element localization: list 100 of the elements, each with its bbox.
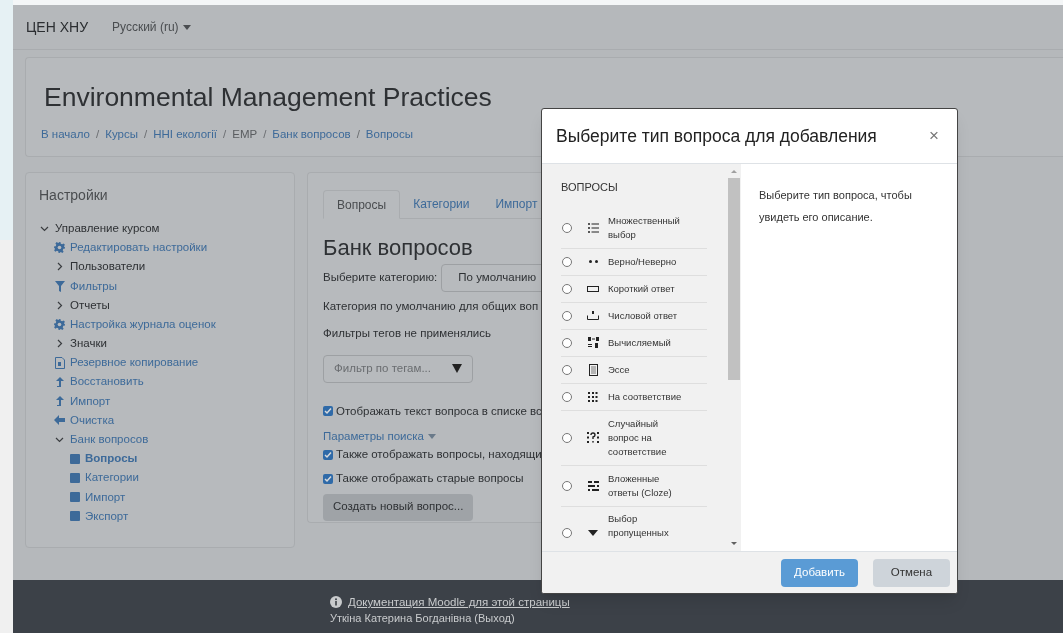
chevron-right-icon[interactable] [55,300,64,310]
checkbox[interactable] [323,449,333,460]
checkbox-label: Также отображать вопросы, находящи [336,447,542,462]
tab[interactable]: Вопросы [323,190,401,219]
breadcrumb-separator: / [263,126,267,142]
document-icon [588,363,598,376]
question-type-label[interactable]: Случайный вопрос на соответствие [608,416,688,459]
gear-icon [54,242,65,254]
square-icon [69,492,80,503]
radio-button[interactable] [562,283,572,294]
tree-item[interactable]: Редактировать настройки [70,239,208,257]
checkbox[interactable] [323,406,333,417]
tree-item[interactable]: Вопросы [85,450,138,468]
blanks-icon [587,480,599,491]
course-title: Environmental Management Practices [44,81,493,114]
question-type-label[interactable]: Верно/Неверно [608,254,688,269]
documentation-link[interactable]: Документация Moodle для этой страницы [348,595,570,609]
radio-button[interactable] [562,432,572,443]
radio-button[interactable] [562,337,572,348]
modal-title: Выберите тип вопроса для добавления [556,124,877,148]
question-type-label[interactable]: Короткий ответ [608,281,688,296]
formula-icon [587,337,599,348]
radio-button[interactable] [562,527,572,538]
field-label: Выберите категорию: [323,270,438,286]
scrollbar-thumb[interactable] [728,178,740,380]
question-type-label[interactable]: На соответствие [608,389,688,404]
question-type-label[interactable]: Вложенные ответы (Cloze) [608,471,688,500]
close-button[interactable]: × [925,123,943,149]
breadcrumb-separator: / [356,126,360,142]
tree-item[interactable]: Пользователи [70,258,146,276]
breadcrumb-separator: / [143,126,148,142]
square-icon [69,511,80,522]
breadcrumb-separator: / [223,126,227,142]
scrollbar[interactable] [727,164,741,551]
question-type-label[interactable]: Эссе [608,362,688,377]
caret-icon[interactable] [452,364,462,373]
upload-icon [55,395,64,407]
page-heading: Банк вопросов [323,234,473,262]
dropdown-icon [588,529,598,536]
text-field-icon [587,285,599,292]
tree-item[interactable]: Очистка [70,411,115,430]
info-icon [330,596,342,608]
breadcrumb-link[interactable]: Вопросы [365,125,413,143]
tree-item[interactable]: Управление курсом [55,219,160,238]
add-button[interactable]: Добавить [781,558,858,587]
radio-button[interactable] [562,310,572,321]
section-heading: ВОПРОСЫ [561,180,619,195]
breadcrumb-link[interactable]: ННІ екології [153,125,217,143]
tree-item[interactable]: Резервное копирование [70,354,199,372]
filter-icon [54,280,65,292]
tree-item[interactable]: Значки [70,335,107,353]
search-options-link[interactable]: Параметры поиска [323,427,436,445]
tree-item[interactable]: Экспорт [85,507,129,526]
upload-icon [55,376,64,388]
breadcrumb-link[interactable]: Курсы [105,125,138,143]
question-type-label[interactable]: Вычисляемый [608,335,688,350]
tab[interactable]: Категории [400,190,483,218]
tree-item[interactable]: Импорт [70,392,111,410]
square-icon [69,453,80,464]
radio-button[interactable] [562,480,572,491]
breadcrumb-text: EMP [232,126,258,142]
info-text: Фильтры тегов не применялись [323,326,491,342]
gear-icon [54,319,65,331]
tree-item[interactable]: Восстановить [70,373,144,391]
checkbox[interactable] [323,473,333,484]
list-icon [587,222,599,233]
description-text: Выберите тип вопроса, чтобы увидеть его описание. [759,188,913,225]
question-type-label[interactable]: Числовой ответ [608,308,688,323]
radio-button[interactable] [562,364,572,375]
tree-item[interactable]: Банк вопросов [70,431,149,449]
chevron-right-icon[interactable] [55,262,64,272]
question-type-label[interactable]: Множественный выбор [608,213,688,242]
cancel-button[interactable]: Отмена [873,558,950,587]
create-question-button[interactable]: Создать новый вопрос... [323,493,474,521]
radio-button[interactable] [562,391,572,402]
chevron-right-icon[interactable] [55,339,64,349]
info-text: Категория по умолчанию для общих воп [323,299,539,314]
tab[interactable]: Импорт [482,190,551,218]
radio-button[interactable] [562,256,572,267]
language-menu[interactable]: Русский (ru) [112,18,191,36]
site-name[interactable]: ЦЕН ХНУ [26,16,89,38]
panel-title: Настройки [39,186,109,205]
chevron-down-icon[interactable] [40,224,49,234]
tree-item[interactable]: Отчеты [70,296,110,314]
tag-filter-field[interactable]: Фильтр по тегам... [323,354,473,383]
checkbox-label: Также отображать старые вопросы [336,471,524,487]
document-icon [54,356,65,369]
question-type-label[interactable]: Выбор пропущенных [608,511,688,540]
tree-item[interactable]: Категории [85,469,139,487]
user-name[interactable]: Уткіна Катерина Богданівна (Выход) [330,612,1063,624]
tree-item[interactable]: Фильтры [70,277,117,295]
tree-item[interactable]: Настройка журнала оценок [70,315,216,334]
breadcrumb-link[interactable]: В начало [41,125,90,143]
tree-item[interactable]: Импорт [85,488,126,506]
radio-button[interactable] [562,222,572,233]
breadcrumb-link[interactable]: Банк вопросов [272,125,351,143]
dotted-grid-icon [587,391,599,402]
chevron-down-icon[interactable] [55,435,64,445]
square-icon [69,473,80,484]
caret-icon[interactable] [182,24,191,30]
